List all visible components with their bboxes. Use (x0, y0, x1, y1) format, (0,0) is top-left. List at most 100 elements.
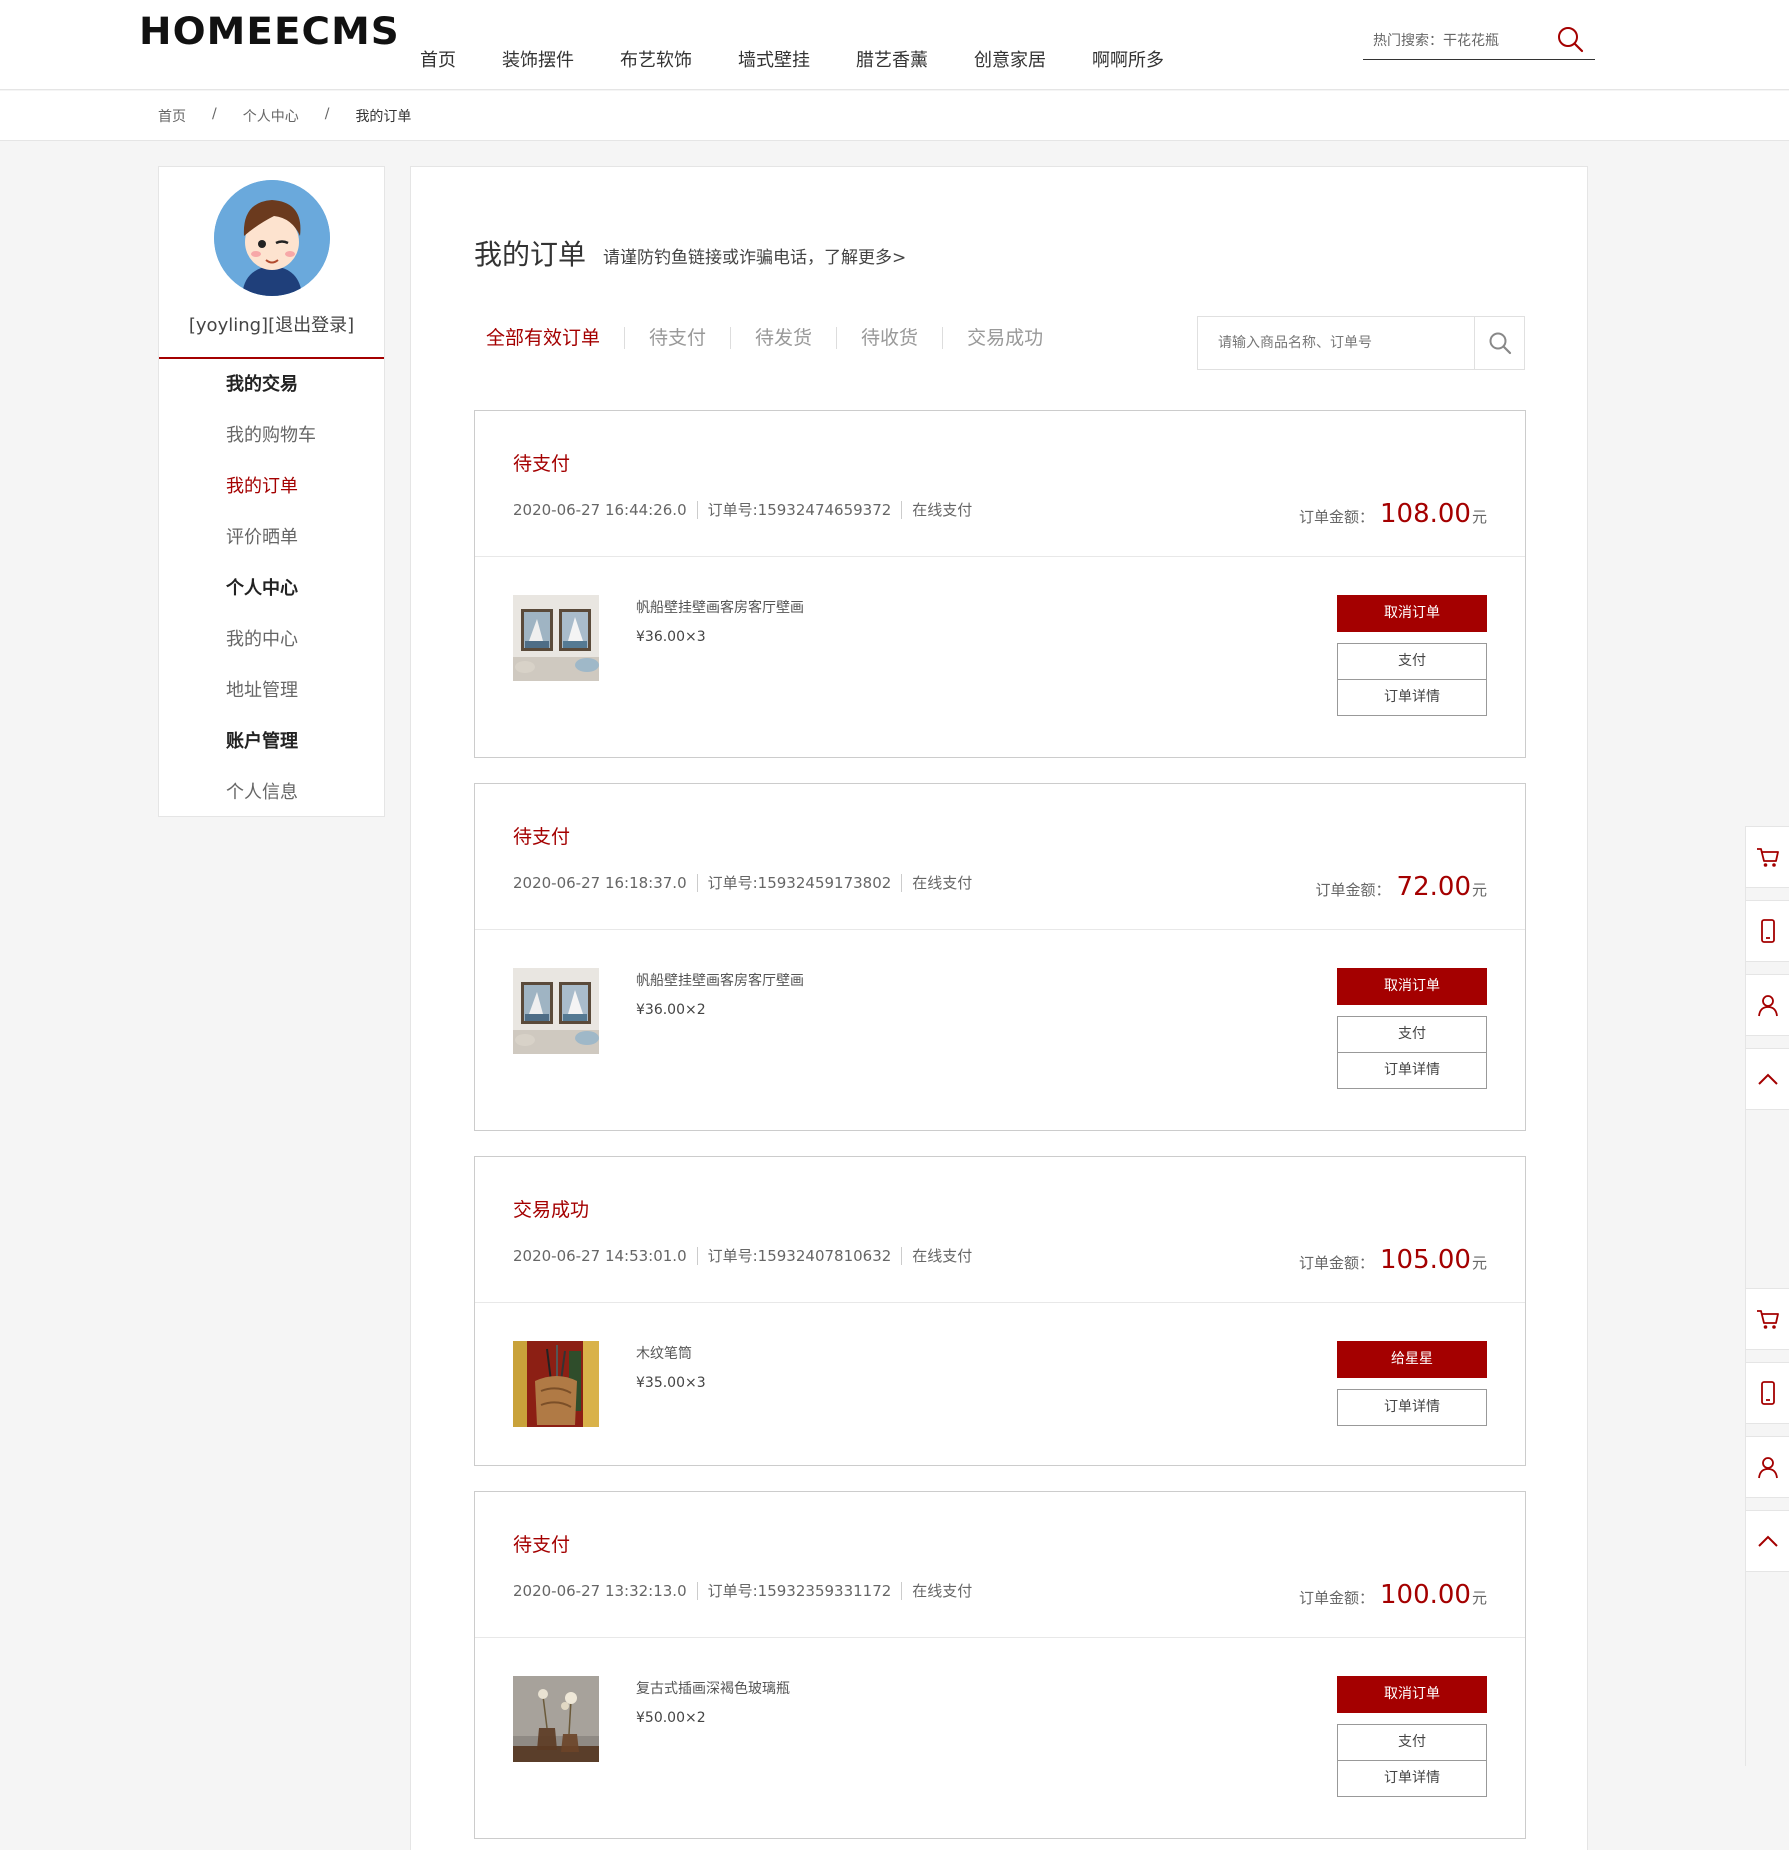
amount-label: 订单金额： (1298, 1589, 1374, 1607)
sailboat-painting-icon (513, 968, 599, 1054)
amount-value: 108.00 (1380, 499, 1471, 529)
sidebar-item-my-center[interactable]: 我的中心 (159, 614, 384, 665)
float-back-to-top-button[interactable] (1745, 1510, 1789, 1572)
amount-value: 105.00 (1380, 1245, 1471, 1275)
order-search-input[interactable] (1198, 317, 1474, 369)
cart-icon (1756, 1310, 1779, 1329)
sidebar-menu: 我的交易 我的购物车 我的订单 评价晒单 个人中心 我的中心 地址管理 账户管理… (159, 359, 384, 818)
order-search-button[interactable] (1474, 317, 1524, 369)
float-cart-button[interactable] (1745, 1288, 1789, 1350)
order-number: 订单号:15932407810632 (696, 1247, 902, 1265)
order-header: 待支付 2020-06-27 13:32:13.0 订单号:1593235933… (475, 1492, 1525, 1638)
pay-button[interactable]: 支付 (1337, 1724, 1487, 1761)
site-logo[interactable]: HOMEECMS (139, 10, 400, 53)
order-body: 帆船壁挂壁画客房客厅壁画 ¥36.00×3 取消订单 支付 订单详情 (475, 557, 1525, 757)
sidebar-item-profile[interactable]: 个人信息 (159, 767, 384, 818)
order-card: 交易成功 2020-06-27 14:53:01.0 订单号:159324078… (474, 1156, 1526, 1466)
amount-unit: 元 (1471, 508, 1487, 526)
order-status: 待支付 (513, 1534, 571, 1556)
order-amount: 订单金额： 72.00 元 (1316, 872, 1487, 902)
order-amount: 订单金额： 105.00 元 (1299, 1245, 1487, 1275)
mobile-icon (1760, 919, 1775, 943)
float-mobile-button[interactable] (1745, 1362, 1789, 1424)
hot-search-text[interactable]: 热门搜索：干花花瓶 (1373, 30, 1499, 50)
product-name[interactable]: 复古式插画深褐色玻璃瓶 (636, 1678, 790, 1698)
float-user-button[interactable] (1745, 974, 1789, 1036)
order-meta: 2020-06-27 16:44:26.0 订单号:15932474659372… (513, 501, 982, 519)
hot-search-bar[interactable]: 热门搜索：干花花瓶 (1363, 22, 1595, 60)
order-detail-button[interactable]: 订单详情 (1337, 1760, 1487, 1797)
order-actions: 给星星 订单详情 (1337, 1341, 1487, 1426)
pay-button[interactable]: 支付 (1337, 643, 1487, 680)
order-datetime: 2020-06-27 13:32:13.0 (513, 1582, 687, 1600)
sidebar-item-cart[interactable]: 我的购物车 (159, 410, 384, 461)
search-icon[interactable] (1555, 24, 1585, 54)
cancel-order-button[interactable]: 取消订单 (1337, 595, 1487, 632)
nav-item-creative[interactable]: 创意家居 (974, 46, 1046, 72)
float-mobile-button[interactable] (1745, 900, 1789, 962)
tab-pending-payment[interactable]: 待支付 (624, 327, 730, 349)
security-notice-link[interactable]: 请谨防钓鱼链接或诈骗电话，了解更多> (603, 243, 906, 268)
nav-item-decor[interactable]: 装饰摆件 (502, 46, 574, 72)
back-to-top-icon (1757, 1073, 1778, 1085)
order-card: 待支付 2020-06-27 16:44:26.0 订单号:1593247465… (474, 410, 1526, 758)
order-body: 复古式插画深褐色玻璃瓶 ¥50.00×2 取消订单 支付 订单详情 (475, 1638, 1525, 1838)
float-back-to-top-button[interactable] (1745, 1048, 1789, 1110)
order-meta: 2020-06-27 13:32:13.0 订单号:15932359331172… (513, 1582, 982, 1600)
product-name[interactable]: 木纹笔筒 (636, 1343, 692, 1363)
user-icon (1757, 995, 1778, 1017)
sidebar-item-address[interactable]: 地址管理 (159, 665, 384, 716)
logout-link[interactable]: [退出登录] (268, 315, 354, 336)
order-pay-method: 在线支付 (901, 874, 982, 892)
breadcrumb-personal-center[interactable]: 个人中心 (243, 106, 299, 126)
order-number: 订单号:15932474659372 (696, 501, 902, 519)
cancel-order-button[interactable]: 取消订单 (1337, 968, 1487, 1005)
order-datetime: 2020-06-27 16:44:26.0 (513, 501, 687, 519)
orders-panel: 我的订单 请谨防钓鱼链接或诈骗电话，了解更多> 全部有效订单 待支付 待发货 待… (410, 166, 1588, 1850)
order-pay-method: 在线支付 (901, 1582, 982, 1600)
amount-unit: 元 (1471, 881, 1487, 899)
nav-item-more[interactable]: 啊啊所多 (1092, 46, 1164, 72)
glass-vase-icon (513, 1676, 599, 1762)
nav-item-home[interactable]: 首页 (420, 46, 456, 72)
order-number: 订单号:15932459173802 (696, 874, 902, 892)
order-datetime: 2020-06-27 14:53:01.0 (513, 1247, 687, 1265)
sidebar-group-personal: 个人中心 (226, 578, 298, 599)
order-actions: 取消订单 支付 订单详情 (1337, 595, 1487, 716)
cancel-order-button[interactable]: 取消订单 (1337, 1676, 1487, 1713)
breadcrumb-home[interactable]: 首页 (158, 106, 186, 126)
product-image-vase[interactable] (513, 1676, 599, 1762)
sidebar-item-orders[interactable]: 我的订单 (159, 461, 384, 512)
product-name[interactable]: 帆船壁挂壁画客房客厅壁画 (636, 597, 804, 617)
order-detail-button[interactable]: 订单详情 (1337, 1052, 1487, 1089)
tab-pending-receipt[interactable]: 待收货 (836, 327, 942, 349)
sidebar-group-trade: 我的交易 (226, 374, 298, 395)
tab-completed[interactable]: 交易成功 (942, 327, 1067, 349)
nav-item-aroma[interactable]: 腊艺香薰 (856, 46, 928, 72)
sailboat-painting-icon (513, 595, 599, 681)
user-sidebar: [yoyling][退出登录] 我的交易 我的购物车 我的订单 评价晒单 个人中… (158, 166, 385, 817)
order-detail-button[interactable]: 订单详情 (1337, 679, 1487, 716)
order-tabs: 全部有效订单 待支付 待发货 待收货 交易成功 (474, 327, 1067, 349)
username-link[interactable]: [yoyling] (189, 315, 268, 336)
top-header: HOMEECMS 首页 装饰摆件 布艺软饰 墙式壁挂 腊艺香薰 创意家居 啊啊所… (0, 0, 1789, 90)
nav-item-fabric[interactable]: 布艺软饰 (620, 46, 692, 72)
order-detail-button[interactable]: 订单详情 (1337, 1389, 1487, 1426)
product-image-pen-holder[interactable] (513, 1341, 599, 1427)
product-image-sailboat[interactable] (513, 595, 599, 681)
product-price: ¥50.00×2 (636, 1710, 706, 1726)
user-line: [yoyling][退出登录] (159, 311, 384, 337)
float-user-button[interactable] (1745, 1436, 1789, 1498)
sidebar-item-reviews[interactable]: 评价晒单 (159, 512, 384, 563)
search-icon (1489, 332, 1511, 355)
tab-all-orders[interactable]: 全部有效订单 (474, 327, 624, 349)
float-cart-button[interactable] (1745, 826, 1789, 888)
pay-button[interactable]: 支付 (1337, 1016, 1487, 1053)
order-number: 订单号:15932359331172 (696, 1582, 902, 1600)
tab-pending-shipment[interactable]: 待发货 (730, 327, 836, 349)
rate-stars-button[interactable]: 给星星 (1337, 1341, 1487, 1378)
product-image-sailboat[interactable] (513, 968, 599, 1054)
float-toolbar (1745, 826, 1789, 1122)
product-name[interactable]: 帆船壁挂壁画客房客厅壁画 (636, 970, 804, 990)
nav-item-wall[interactable]: 墙式壁挂 (738, 46, 810, 72)
